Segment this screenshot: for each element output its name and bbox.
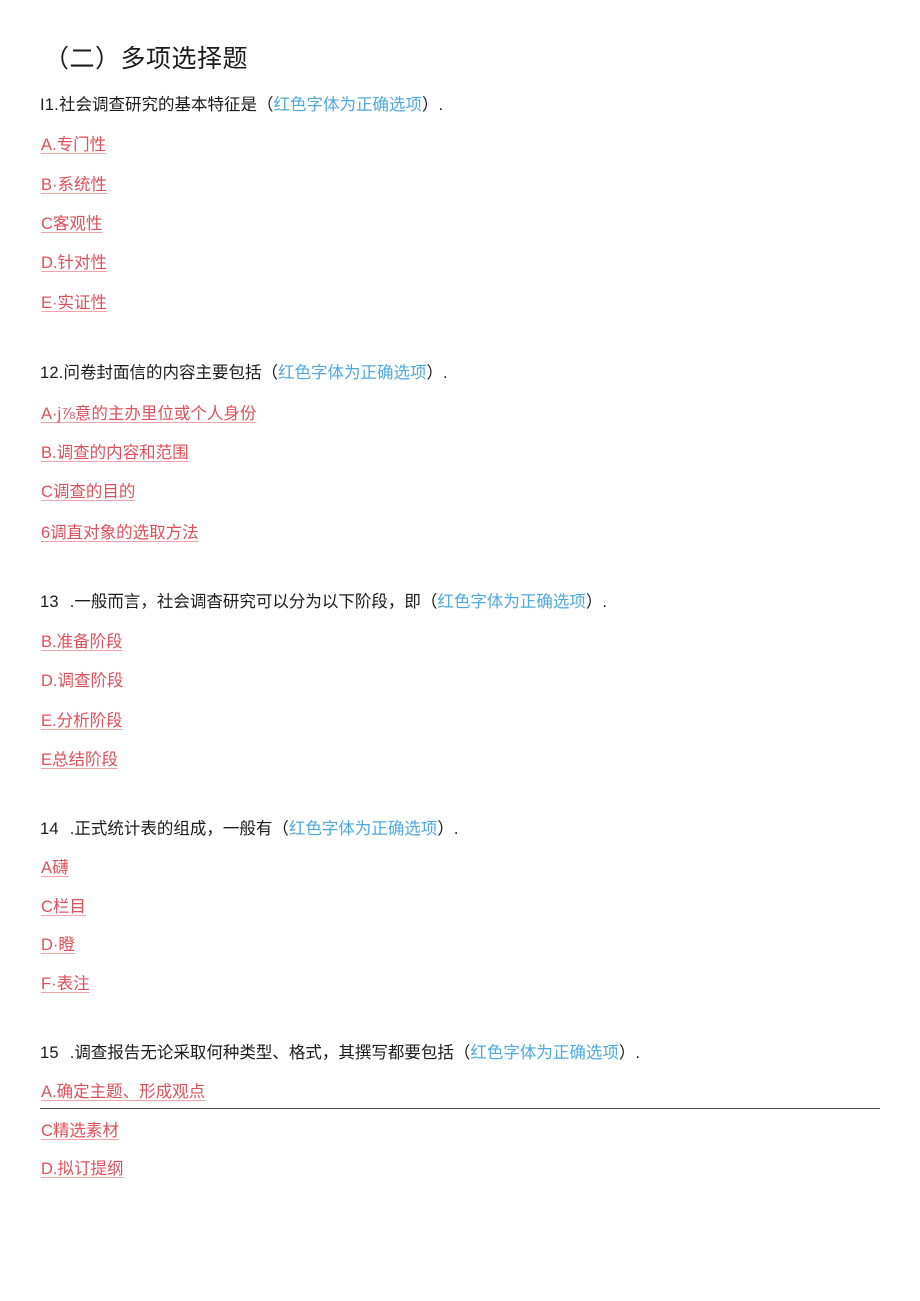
option-item: B.调查的内容和范围 bbox=[41, 444, 189, 462]
annotation-open-paren: （ bbox=[261, 364, 279, 382]
option-item: D.拟订提纲 bbox=[41, 1160, 124, 1178]
page-title: （二）多项选择题 bbox=[44, 45, 249, 73]
option-item: A.确定主题、形成观点 bbox=[41, 1083, 206, 1101]
option-item: E总结阶段 bbox=[41, 751, 119, 769]
question-stem-13: 13 .一般而言，社会调杳研究可以分为以下阶段，即（红色字体为正确选项）. bbox=[40, 590, 900, 614]
option-item: E·实证性 bbox=[41, 294, 107, 312]
annotation-text: 红色字体为正确选项 bbox=[288, 820, 438, 838]
option-item: E.分析阶段 bbox=[41, 712, 123, 730]
annotation-period: . bbox=[443, 364, 448, 382]
annotation-period: . bbox=[438, 96, 444, 114]
annotation-text: 红色字体为正确选项 bbox=[437, 593, 586, 611]
question-number-11: I1. bbox=[40, 96, 59, 114]
option-item: C客观性 bbox=[41, 215, 103, 233]
annotation-period: . bbox=[453, 820, 459, 838]
question-block-15: 15 .调查报告无论采取何种类型、格式，其撰写都要包括（红色字体为正确选项）. bbox=[40, 1041, 900, 1065]
annotation-text: 红色字体为正确选项 bbox=[273, 96, 422, 114]
annotation-period: . bbox=[635, 1044, 640, 1062]
question-stem-12: 12.问卷封面信的内容主要包括（红色字体为正确选项）. bbox=[40, 361, 900, 385]
question-text-15: .调查报告无论采取何种类型、格式，其撰写都要包括 bbox=[69, 1044, 454, 1062]
option-item: C精选素材 bbox=[41, 1122, 119, 1140]
option-item: C栏目 bbox=[41, 898, 86, 916]
annotation-close-paren: ） bbox=[426, 364, 444, 382]
option-item: D.针对性 bbox=[41, 254, 107, 272]
option-item: C调查的目的 bbox=[41, 483, 136, 501]
question-block-12: 12.问卷封面信的内容主要包括（红色字体为正确选项）. bbox=[40, 361, 900, 385]
annotation-text: 红色字体为正确选项 bbox=[470, 1044, 619, 1062]
question-text-11: 社会调查研究的基本特征是 bbox=[58, 96, 257, 114]
option-item: 6调直对象的选取方法 bbox=[41, 524, 199, 542]
horizontal-divider bbox=[40, 1108, 880, 1109]
option-item: B.准备阶段 bbox=[41, 633, 123, 651]
option-item: A.专门性 bbox=[41, 136, 107, 154]
option-item: B·系统性 bbox=[41, 176, 107, 194]
annotation-close-paren: ） bbox=[585, 593, 603, 611]
question-number-12: 12. bbox=[40, 364, 64, 382]
annotation-period: . bbox=[602, 593, 607, 611]
question-block-13: 13 .一般而言，社会调杳研究可以分为以下阶段，即（红色字体为正确选项）. bbox=[40, 590, 900, 614]
question-number-14: 14 bbox=[40, 820, 59, 838]
annotation-open-paren: （ bbox=[256, 96, 274, 114]
question-stem-14: 14 .正式统计表的组成，一般有（红色字体为正确选项）. bbox=[40, 817, 900, 841]
annotation-open-paren: （ bbox=[420, 593, 438, 611]
question-block-11: I1.社会调查研究的基本特征是（红色字体为正确选项）. bbox=[40, 93, 900, 117]
question-stem-11: I1.社会调查研究的基本特征是（红色字体为正确选项）. bbox=[40, 93, 900, 117]
option-item: A·j⅞意的主办里位或个人身份 bbox=[41, 405, 257, 423]
option-item: D.调查阶段 bbox=[41, 672, 124, 690]
option-item: A礴 bbox=[41, 859, 69, 877]
annotation-close-paren: ） bbox=[421, 96, 439, 114]
annotation-open-paren: （ bbox=[453, 1044, 471, 1062]
question-text-12: 问卷封面信的内容主要包括 bbox=[63, 364, 262, 382]
question-text-13: .一般而言，社会调杳研究可以分为以下阶段，即 bbox=[69, 593, 421, 611]
question-number-15: 15 bbox=[40, 1044, 59, 1062]
annotation-close-paren: ） bbox=[437, 820, 454, 838]
annotation-open-paren: （ bbox=[272, 820, 289, 838]
question-stem-15: 15 .调查报告无论采取何种类型、格式，其撰写都要包括（红色字体为正确选项）. bbox=[40, 1041, 900, 1065]
question-block-14: 14 .正式统计表的组成，一般有（红色字体为正确选项）. bbox=[40, 817, 900, 841]
option-item: F·表注 bbox=[41, 975, 90, 993]
question-text-14: .正式统计表的组成，一般有 bbox=[69, 820, 273, 838]
document-page: （二）多项选择题 I1.社会调查研究的基本特征是（红色字体为正确选项）. A.专… bbox=[0, 0, 920, 1301]
annotation-text: 红色字体为正确选项 bbox=[278, 364, 427, 382]
annotation-close-paren: ） bbox=[618, 1044, 636, 1062]
option-item: D·瞪 bbox=[41, 936, 75, 954]
question-number-13: 13 bbox=[40, 593, 59, 611]
